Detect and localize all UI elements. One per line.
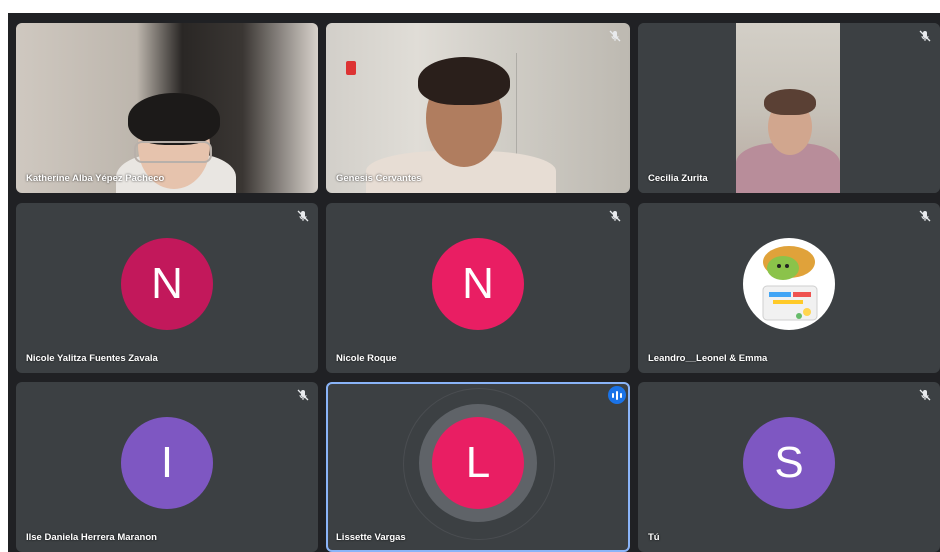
audio-level-icon [608, 386, 626, 404]
avatar: N [121, 238, 213, 330]
participant-name: Tú [648, 532, 660, 543]
participant-tile[interactable]: I Ilse Daniela Herrera Maranon [16, 382, 318, 552]
profile-picture [743, 238, 835, 330]
mic-off-icon [919, 389, 931, 401]
participant-tile[interactable]: N Nicole Yalitza Fuentes Zavala [16, 203, 318, 373]
avatar: I [121, 417, 213, 509]
participant-tile-self[interactable]: S Tú [638, 382, 940, 552]
avatar: N [432, 238, 524, 330]
participant-name: Nicole Roque [336, 353, 397, 364]
participant-name: Leandro__Leonel & Emma [648, 353, 768, 364]
mic-off-icon [919, 30, 931, 42]
avatar: S [743, 417, 835, 509]
participant-tile[interactable]: Leandro__Leonel & Emma [638, 203, 940, 373]
participant-name: Katherine Alba Yépez Pacheco [26, 173, 165, 184]
participant-tile-active[interactable]: L Lissette Vargas [326, 382, 630, 552]
mic-off-icon [297, 210, 309, 222]
video-feed [326, 23, 630, 193]
participant-tile[interactable]: Katherine Alba Yépez Pacheco [16, 23, 318, 193]
participant-name: Nicole Yalitza Fuentes Zavala [26, 353, 158, 364]
video-feed [16, 23, 318, 193]
participant-tile[interactable]: Cecilia Zurita [638, 23, 940, 193]
meeting-grid: Katherine Alba Yépez Pacheco Genesis Cer… [8, 13, 940, 552]
participant-name: Genesis Cervantes [336, 173, 422, 184]
mic-off-icon [609, 210, 621, 222]
mic-off-icon [919, 210, 931, 222]
mic-off-icon [297, 389, 309, 401]
participant-name: Ilse Daniela Herrera Maranon [26, 532, 157, 543]
video-feed [638, 23, 940, 193]
participant-name: Lissette Vargas [336, 532, 406, 543]
participant-tile[interactable]: N Nicole Roque [326, 203, 630, 373]
participant-name: Cecilia Zurita [648, 173, 708, 184]
avatar: L [432, 417, 524, 509]
mic-off-icon [609, 30, 621, 42]
participant-tile[interactable]: Genesis Cervantes [326, 23, 630, 193]
